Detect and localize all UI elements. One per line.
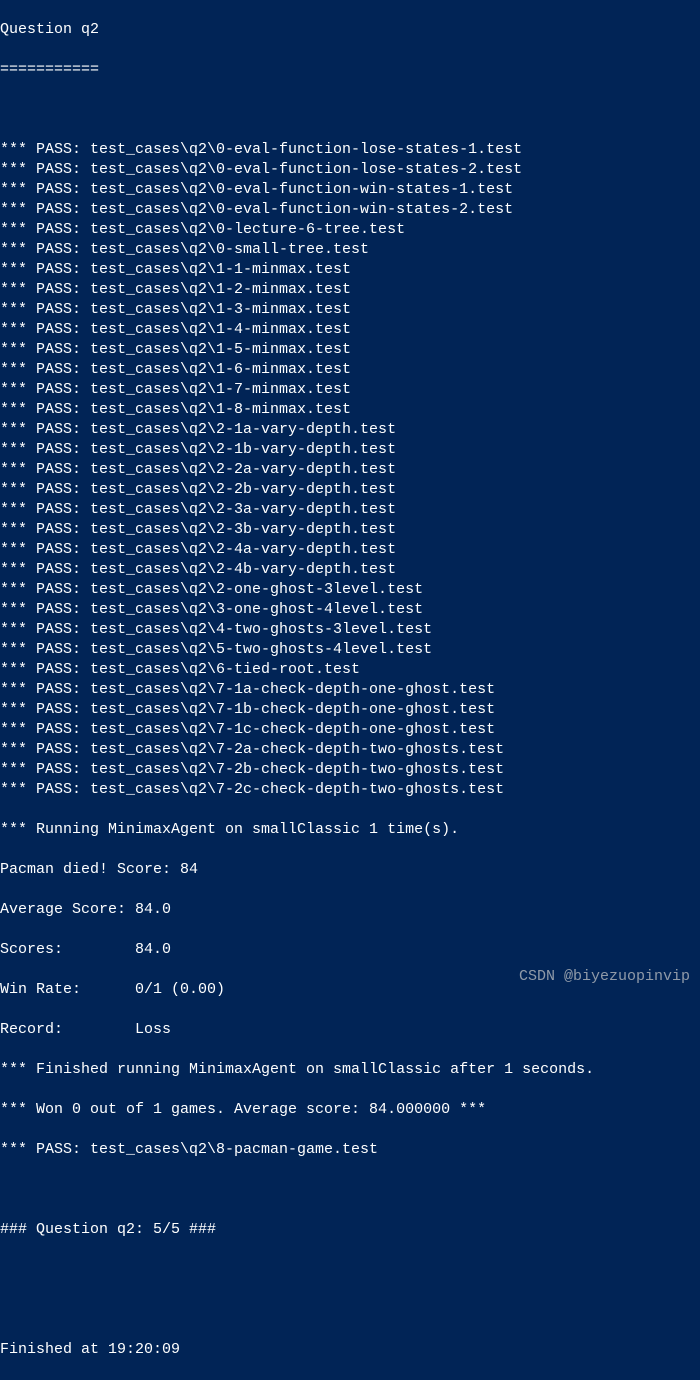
test-pass-line: *** PASS: test_cases\q2\2-4a-vary-depth.… (0, 540, 700, 560)
test-pass-line: *** PASS: test_cases\q2\1-4-minmax.test (0, 320, 700, 340)
blank-line (0, 1260, 700, 1280)
test-pass-line: *** PASS: test_cases\q2\7-2b-check-depth… (0, 760, 700, 780)
final-pass: *** PASS: test_cases\q2\8-pacman-game.te… (0, 1140, 700, 1160)
pacman-died: Pacman died! Score: 84 (0, 860, 700, 880)
finished-at: Finished at 19:20:09 (0, 1340, 700, 1360)
test-pass-line: *** PASS: test_cases\q2\0-eval-function-… (0, 140, 700, 160)
question-title: Question q2 (0, 20, 700, 40)
running-line: *** Running MinimaxAgent on smallClassic… (0, 820, 700, 840)
test-pass-line: *** PASS: test_cases\q2\2-one-ghost-3lev… (0, 580, 700, 600)
test-pass-line: *** PASS: test_cases\q2\0-eval-function-… (0, 200, 700, 220)
test-results: *** PASS: test_cases\q2\0-eval-function-… (0, 140, 700, 800)
test-pass-line: *** PASS: test_cases\q2\1-6-minmax.test (0, 360, 700, 380)
test-pass-line: *** PASS: test_cases\q2\7-1c-check-depth… (0, 720, 700, 740)
blank-line (0, 100, 700, 120)
test-pass-line: *** PASS: test_cases\q2\2-3a-vary-depth.… (0, 500, 700, 520)
test-pass-line: *** PASS: test_cases\q2\7-1a-check-depth… (0, 680, 700, 700)
test-pass-line: *** PASS: test_cases\q2\1-3-minmax.test (0, 300, 700, 320)
scores-line: Scores: 84.0 (0, 940, 700, 960)
finished-running: *** Finished running MinimaxAgent on sma… (0, 1060, 700, 1080)
test-pass-line: *** PASS: test_cases\q2\5-two-ghosts-4le… (0, 640, 700, 660)
test-pass-line: *** PASS: test_cases\q2\7-2a-check-depth… (0, 740, 700, 760)
test-pass-line: *** PASS: test_cases\q2\1-5-minmax.test (0, 340, 700, 360)
test-pass-line: *** PASS: test_cases\q2\7-2c-check-depth… (0, 780, 700, 800)
won-line: *** Won 0 out of 1 games. Average score:… (0, 1100, 700, 1120)
test-pass-line: *** PASS: test_cases\q2\2-2a-vary-depth.… (0, 460, 700, 480)
test-pass-line: *** PASS: test_cases\q2\4-two-ghosts-3le… (0, 620, 700, 640)
separator: =========== (0, 60, 700, 80)
test-pass-line: *** PASS: test_cases\q2\2-3b-vary-depth.… (0, 520, 700, 540)
test-pass-line: *** PASS: test_cases\q2\1-1-minmax.test (0, 260, 700, 280)
test-pass-line: *** PASS: test_cases\q2\2-1a-vary-depth.… (0, 420, 700, 440)
test-pass-line: *** PASS: test_cases\q2\2-2b-vary-depth.… (0, 480, 700, 500)
watermark: CSDN @biyezuopinvip (519, 967, 690, 987)
test-pass-line: *** PASS: test_cases\q2\2-4b-vary-depth.… (0, 560, 700, 580)
blank-line (0, 1180, 700, 1200)
test-pass-line: *** PASS: test_cases\q2\7-1b-check-depth… (0, 700, 700, 720)
test-pass-line: *** PASS: test_cases\q2\1-8-minmax.test (0, 400, 700, 420)
test-pass-line: *** PASS: test_cases\q2\0-lecture-6-tree… (0, 220, 700, 240)
blank-line (0, 1300, 700, 1320)
test-pass-line: *** PASS: test_cases\q2\2-1b-vary-depth.… (0, 440, 700, 460)
average-score: Average Score: 84.0 (0, 900, 700, 920)
test-pass-line: *** PASS: test_cases\q2\3-one-ghost-4lev… (0, 600, 700, 620)
test-pass-line: *** PASS: test_cases\q2\6-tied-root.test (0, 660, 700, 680)
record-line: Record: Loss (0, 1020, 700, 1040)
test-pass-line: *** PASS: test_cases\q2\0-eval-function-… (0, 160, 700, 180)
terminal-output: Question q2 =========== *** PASS: test_c… (0, 0, 700, 1380)
question-summary: ### Question q2: 5/5 ### (0, 1220, 700, 1240)
test-pass-line: *** PASS: test_cases\q2\0-small-tree.tes… (0, 240, 700, 260)
test-pass-line: *** PASS: test_cases\q2\1-2-minmax.test (0, 280, 700, 300)
test-pass-line: *** PASS: test_cases\q2\1-7-minmax.test (0, 380, 700, 400)
test-pass-line: *** PASS: test_cases\q2\0-eval-function-… (0, 180, 700, 200)
